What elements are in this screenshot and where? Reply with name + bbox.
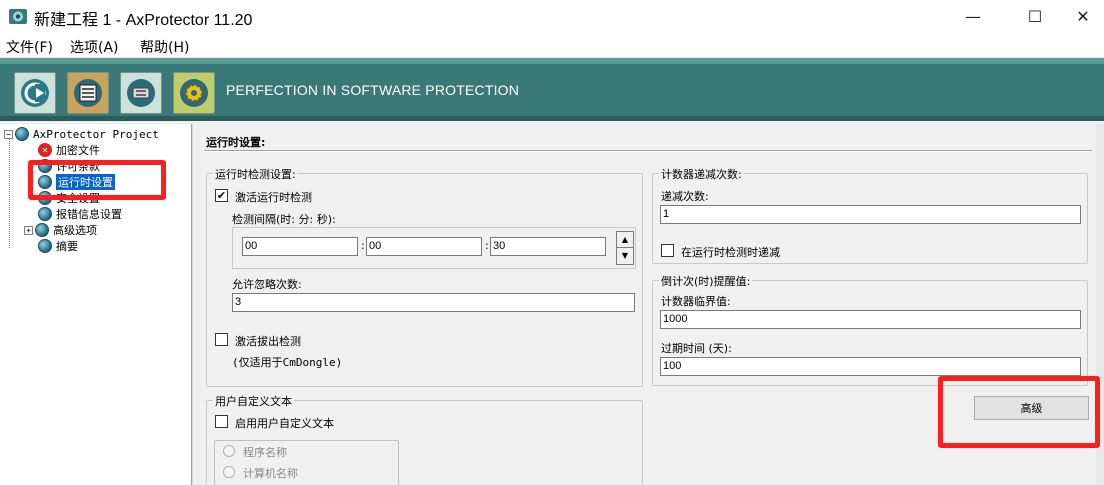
minimize-button[interactable]: — <box>950 0 996 32</box>
expiry-days-label: 过期时间 (天): <box>661 342 732 355</box>
menu-file[interactable]: 文件(F) <box>6 37 53 57</box>
hours-field[interactable]: 00 <box>242 237 358 256</box>
close-button[interactable]: ✕ <box>1060 0 1104 32</box>
enable-custom-text-label: 启用用户自定义文本 <box>235 417 334 430</box>
tree-item-summary[interactable]: 摘要 <box>38 238 78 254</box>
new-project-icon <box>21 79 49 107</box>
banner-tagline: PERFECTION IN SOFTWARE PROTECTION <box>226 82 520 98</box>
ignore-count-field[interactable]: 3 <box>232 293 635 312</box>
tree-item-label: 高级选项 <box>53 224 97 237</box>
highlight-box-advanced-button <box>938 376 1100 448</box>
tree-root-label: AxProtector Project <box>33 127 159 141</box>
tree-connector <box>9 138 10 248</box>
tree-item-label: 加密文件 <box>56 144 100 157</box>
unplug-note: (仅适用于CmDongle) <box>232 356 343 369</box>
tree-root[interactable]: − AxProtector Project <box>4 126 159 142</box>
decrement-on-check-label: 在运行时检测时递减 <box>681 246 780 259</box>
menu-help[interactable]: 帮助(H) <box>140 37 189 57</box>
enable-unplug-check-checkbox[interactable] <box>215 333 228 346</box>
tree-item-label: 报错信息设置 <box>56 208 122 221</box>
globe-icon <box>35 223 49 237</box>
globe-icon <box>38 239 52 253</box>
tree-item-error-messages[interactable]: 报错信息设置 <box>38 206 122 222</box>
minutes-field[interactable]: 00 <box>366 237 482 256</box>
menu-bar: 文件(F) 选项(A) 帮助(H) <box>0 32 1104 58</box>
save-project-icon <box>127 79 155 107</box>
tree-item-encrypt-files[interactable]: ✕ 加密文件 <box>38 142 100 158</box>
banner-top-strip <box>0 58 1104 64</box>
run-wizard-icon <box>180 79 208 107</box>
counter-threshold-field[interactable]: 1000 <box>660 310 1081 329</box>
tree-item-advanced-options[interactable]: + 高级选项 <box>24 222 97 238</box>
window-title: 新建工程 1 - AxProtector 11.20 <box>34 12 253 29</box>
group-label: 用户自定义文本 <box>213 393 294 409</box>
counter-threshold-label: 计数器临界值: <box>661 295 731 308</box>
program-name-radio[interactable] <box>223 445 235 457</box>
header-divider <box>204 150 1092 152</box>
time-separator: : <box>485 239 489 252</box>
custom-text-options-box <box>214 440 399 485</box>
open-project-icon <box>74 79 102 107</box>
computer-name-radio[interactable] <box>223 466 235 478</box>
save-project-button[interactable] <box>120 72 162 114</box>
decrement-on-check-checkbox[interactable] <box>661 244 674 257</box>
group-label: 运行时检测设置: <box>213 166 298 182</box>
interval-label: 检测间隔(时: 分: 秒): <box>232 213 336 226</box>
highlight-box-tree-item <box>28 160 166 200</box>
tree-item-label: 摘要 <box>56 240 78 253</box>
app-window: 新建工程 1 - AxProtector 11.20 — ☐ ✕ 文件(F) 选… <box>0 0 1104 485</box>
decrement-count-label: 递减次数: <box>661 190 709 203</box>
enable-unplug-check-label: 激活拔出检测 <box>235 335 301 348</box>
menu-options[interactable]: 选项(A) <box>70 37 119 57</box>
computer-name-label: 计算机名称 <box>243 467 298 480</box>
program-name-label: 程序名称 <box>243 446 287 459</box>
group-label: 计数器递减次数: <box>659 166 744 182</box>
new-project-button[interactable] <box>14 72 56 114</box>
expiry-days-field[interactable]: 100 <box>660 357 1081 376</box>
time-separator: : <box>361 239 365 252</box>
decrement-count-field[interactable]: 1 <box>660 205 1081 224</box>
globe-icon <box>38 207 52 221</box>
spin-up-icon[interactable]: ▲ <box>617 232 633 248</box>
maximize-button[interactable]: ☐ <box>1012 0 1058 32</box>
title-bar: 新建工程 1 - AxProtector 11.20 — ☐ ✕ <box>0 0 1104 32</box>
enable-runtime-check-checkbox[interactable]: ✔ <box>215 189 228 202</box>
app-icon <box>9 9 27 24</box>
globe-icon <box>15 127 29 141</box>
banner-toolbar: PERFECTION IN SOFTWARE PROTECTION <box>0 58 1104 121</box>
enable-custom-text-checkbox[interactable] <box>215 415 228 428</box>
open-project-button[interactable] <box>67 72 109 114</box>
collapse-icon[interactable]: − <box>4 129 13 139</box>
seconds-field[interactable]: 30 <box>490 237 606 256</box>
error-icon: ✕ <box>38 143 52 157</box>
page-title: 运行时设置: <box>206 136 266 149</box>
banner-bottom-strip <box>0 116 1104 121</box>
enable-runtime-check-label: 激活运行时检测 <box>235 191 312 204</box>
expand-icon[interactable]: + <box>24 225 33 235</box>
ignore-count-label: 允许忽略次数: <box>232 278 302 291</box>
run-wizard-button[interactable] <box>173 72 215 114</box>
spin-down-icon[interactable]: ▼ <box>617 248 633 264</box>
interval-spinner[interactable]: ▲ ▼ <box>616 231 634 265</box>
group-label: 倒计次(时)提醒值: <box>659 273 753 289</box>
